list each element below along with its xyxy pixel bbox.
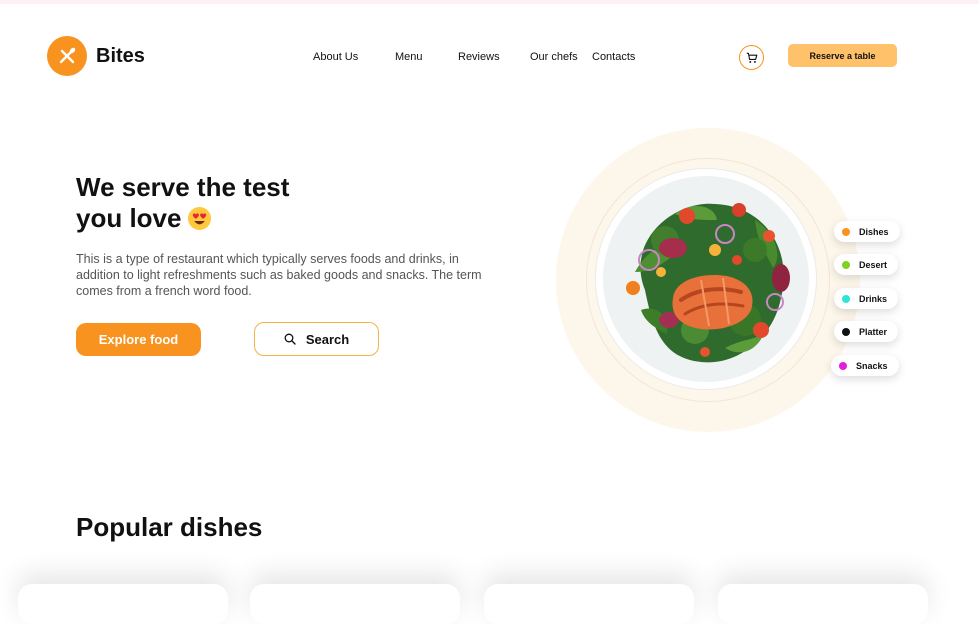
- nav-our-chefs[interactable]: Our chefs: [530, 51, 578, 63]
- nav-menu[interactable]: Menu: [395, 51, 423, 63]
- hero-description: This is a type of restaurant which typic…: [76, 252, 482, 298]
- brand-logo[interactable]: Bites: [47, 36, 145, 76]
- snacks-dot: [839, 361, 847, 370]
- top-strip: [0, 0, 979, 4]
- platter-dot: [842, 327, 850, 336]
- search-label: Search: [305, 331, 350, 347]
- hero-title-line-1: We serve the test: [76, 172, 290, 202]
- search-button[interactable]: Search: [254, 322, 379, 356]
- cart-button[interactable]: [739, 45, 764, 70]
- nav-reviews[interactable]: Reviews: [458, 51, 500, 63]
- dish-card[interactable]: [18, 584, 228, 624]
- fork-knife-icon: [47, 36, 87, 76]
- category-label: Platter: [859, 326, 888, 337]
- salmon-salad-image: [626, 203, 790, 363]
- desert-dot: [842, 260, 850, 269]
- hero-title-line-2: you love: [76, 203, 182, 233]
- nav-contacts[interactable]: Contacts: [592, 51, 635, 63]
- search-icon: [284, 333, 296, 345]
- nav-about-us[interactable]: About Us: [313, 51, 358, 63]
- popular-dishes-title: Popular dishes: [76, 512, 263, 542]
- dishes-dot: [842, 227, 850, 236]
- heart-eyes-emoji: [188, 206, 212, 231]
- dish-card[interactable]: [484, 584, 694, 624]
- category-snacks[interactable]: Snacks: [831, 355, 899, 376]
- reserve-table-button[interactable]: Reserve a table: [788, 44, 897, 67]
- dish-card[interactable]: [250, 584, 460, 624]
- drinks-dot: [842, 294, 850, 303]
- brand-name: Bites: [96, 44, 145, 67]
- cart-icon: [746, 52, 757, 63]
- hero-title: We serve the test you love: [76, 172, 376, 234]
- category-dishes[interactable]: Dishes: [834, 221, 900, 242]
- category-label: Dishes: [859, 226, 889, 237]
- explore-food-button[interactable]: Explore food: [76, 323, 201, 356]
- category-label: Drinks: [859, 293, 888, 304]
- category-platter[interactable]: Platter: [834, 321, 899, 342]
- category-desert[interactable]: Desert: [834, 254, 899, 275]
- dish-card[interactable]: [718, 584, 928, 624]
- category-drinks[interactable]: Drinks: [834, 288, 899, 309]
- category-label: Snacks: [856, 360, 888, 371]
- category-label: Desert: [859, 259, 888, 270]
